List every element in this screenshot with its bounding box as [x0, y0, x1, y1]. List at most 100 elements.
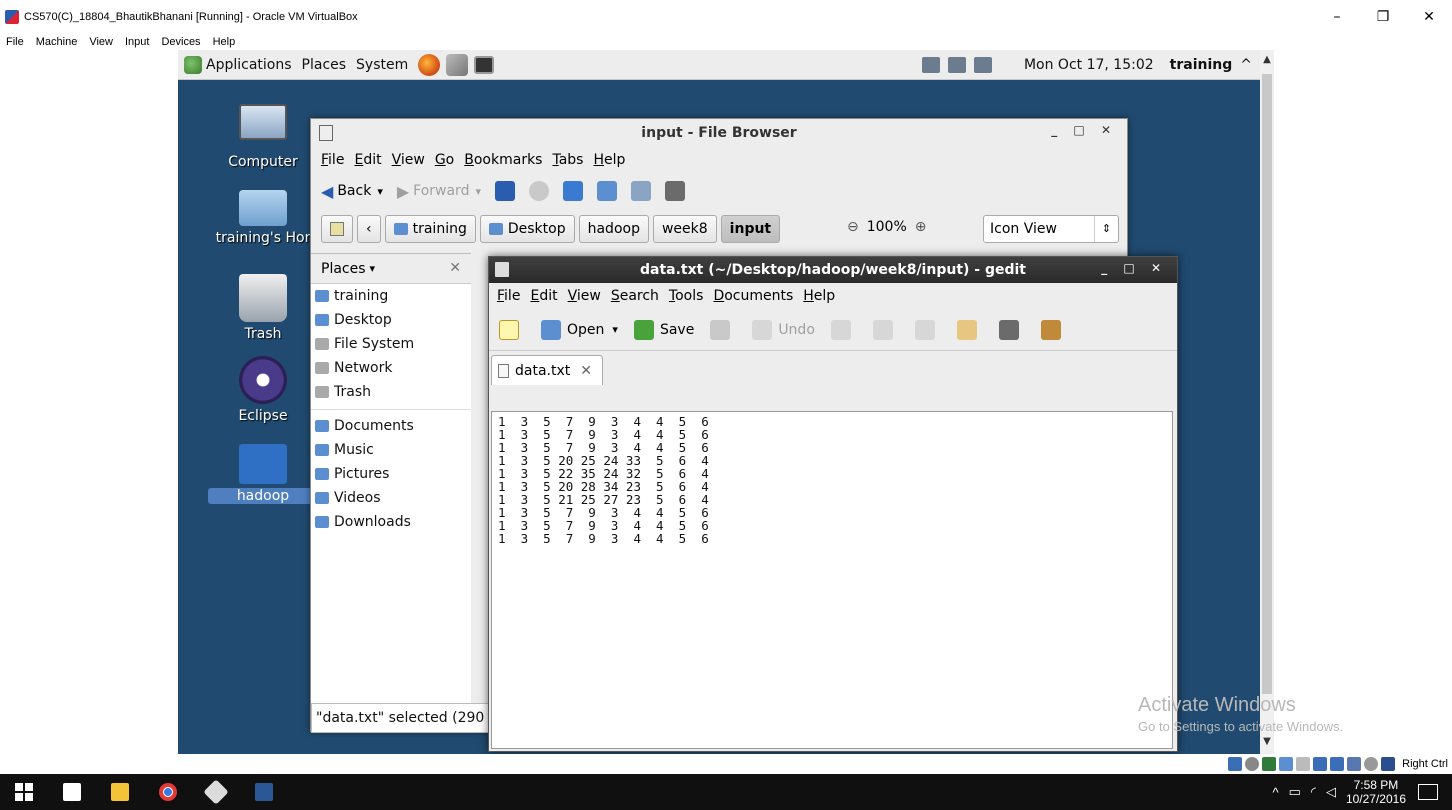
sidebar-item-filesystem[interactable]: File System — [311, 332, 471, 356]
taskbar-virtualbox[interactable] — [192, 774, 240, 810]
new-document-button[interactable] — [499, 319, 525, 340]
recording-icon[interactable] — [1347, 757, 1362, 771]
menu-help[interactable]: Help — [213, 34, 236, 50]
file-browser-title-bar[interactable]: input - File Browser _ □ ✕ — [311, 119, 1127, 147]
taskbar-chrome[interactable] — [144, 774, 192, 810]
copy-button[interactable] — [914, 319, 941, 340]
path-crumb-input[interactable]: input — [720, 215, 781, 243]
scroll-thumb[interactable] — [1262, 74, 1272, 694]
sidebar-item-training[interactable]: training — [311, 284, 471, 308]
wifi-icon[interactable]: ◜ — [1311, 784, 1316, 800]
desktop-icon-computer[interactable]: Computer — [208, 104, 318, 170]
taskbar-store[interactable] — [48, 774, 96, 810]
panel-menu-system[interactable]: System — [356, 57, 408, 73]
maximize-button[interactable]: ❐ — [1360, 0, 1406, 34]
panel-clock[interactable]: Mon Oct 17, 15:02 — [1024, 57, 1154, 73]
menu-machine[interactable]: Machine — [36, 34, 78, 50]
undo-button[interactable]: Undo — [752, 319, 815, 340]
hard-disk-icon[interactable] — [1228, 757, 1243, 771]
gedit-window-controls[interactable]: _ □ ✕ — [1101, 261, 1167, 275]
taskbar-clock[interactable]: 7:58 PM 10/27/2016 — [1346, 778, 1406, 806]
close-sidebar-icon[interactable]: ✕ — [449, 260, 461, 276]
gedit-menu-tools[interactable]: Tools — [669, 288, 704, 304]
sidebar-splitter[interactable] — [471, 253, 489, 703]
menu-input[interactable]: Input — [125, 34, 149, 50]
home-icon[interactable] — [597, 181, 617, 201]
back-button[interactable]: ◀ Back ▾ — [321, 182, 383, 201]
sidebar-header[interactable]: Places ▾ ✕ — [311, 254, 471, 284]
sidebar-item-music[interactable]: Music — [311, 438, 471, 462]
optical-drive-icon[interactable] — [1245, 757, 1260, 771]
sidebar-item-network[interactable]: Network — [311, 356, 471, 380]
desktop-icon-trash[interactable]: Trash — [208, 274, 318, 342]
sidebar-item-documents[interactable]: Documents — [311, 414, 471, 438]
path-crumb-week8[interactable]: week8 — [652, 215, 717, 243]
file-browser-window-controls[interactable]: _ □ ✕ — [1051, 123, 1117, 137]
updates-icon[interactable] — [973, 57, 992, 73]
speaker-icon[interactable]: ◁ — [1326, 784, 1336, 800]
gedit-menu-file[interactable]: File — [497, 288, 520, 304]
text-editor-area[interactable]: 1 3 5 7 9 3 4 4 5 61 3 5 7 9 3 4 4 5 61 … — [491, 411, 1173, 749]
sidebar-item-downloads[interactable]: Downloads — [311, 510, 471, 534]
paste-button[interactable] — [956, 319, 983, 340]
fb-menu-go[interactable]: Go — [435, 152, 454, 168]
battery-icon[interactable]: ▭ — [1289, 784, 1301, 800]
fb-menu-file[interactable]: File — [321, 152, 344, 168]
network-icon[interactable] — [947, 57, 966, 73]
sidebar-item-desktop[interactable]: Desktop — [311, 308, 471, 332]
mouse-integration-icon[interactable] — [1381, 757, 1396, 771]
reload-icon[interactable] — [563, 181, 583, 201]
path-previous-button[interactable]: ‹ — [357, 215, 381, 243]
gedit-title-bar[interactable]: data.txt (~/Desktop/hadoop/week8/input) … — [489, 257, 1177, 283]
path-crumb-hadoop[interactable]: hadoop — [578, 215, 649, 243]
cut-button[interactable] — [872, 319, 899, 340]
menu-view[interactable]: View — [89, 34, 113, 50]
zoom-level[interactable]: 100% — [867, 219, 907, 235]
zoom-in-icon[interactable]: ⊕ — [915, 219, 927, 235]
sidebar-item-pictures[interactable]: Pictures — [311, 462, 471, 486]
scroll-down-icon[interactable]: ▼ — [1260, 736, 1274, 747]
close-button[interactable]: ✕ — [1406, 0, 1452, 34]
fb-menu-bookmarks[interactable]: Bookmarks — [464, 152, 542, 168]
gedit-menu-help[interactable]: Help — [803, 288, 835, 304]
zoom-out-icon[interactable]: ⊖ — [847, 219, 859, 235]
usb-icon[interactable] — [1262, 757, 1277, 771]
gedit-menu-search[interactable]: Search — [611, 288, 659, 304]
forward-button[interactable]: ▶ Forward ▾ — [397, 182, 481, 201]
open-button[interactable]: Open ▾ — [541, 319, 618, 340]
up-icon[interactable] — [495, 181, 515, 201]
taskbar-word[interactable] — [240, 774, 288, 810]
fb-menu-help[interactable]: Help — [593, 152, 625, 168]
cpu-icon[interactable] — [1364, 757, 1379, 771]
firefox-icon[interactable] — [418, 53, 441, 76]
shared-folders-icon[interactable] — [1279, 757, 1294, 771]
minimize-button[interactable]: – — [1314, 0, 1360, 34]
terminal-icon[interactable] — [474, 55, 495, 74]
toggle-location-button[interactable] — [321, 215, 353, 243]
computer-icon[interactable] — [631, 181, 651, 201]
chevron-down-icon[interactable]: ▾ — [612, 323, 618, 336]
path-crumb-desktop[interactable]: Desktop — [479, 215, 575, 243]
applications-icon[interactable] — [184, 55, 202, 74]
sidebar-item-videos[interactable]: Videos — [311, 486, 471, 510]
redo-button[interactable] — [830, 319, 857, 340]
save-button[interactable]: Save — [633, 319, 694, 340]
gedit-menu-view[interactable]: View — [568, 288, 601, 304]
taskbar-file-explorer[interactable] — [96, 774, 144, 810]
volume-icon[interactable] — [921, 57, 940, 73]
desktop-icon-home[interactable]: training's Hor — [208, 190, 318, 246]
desktop-icon-hadoop[interactable]: hadoop — [208, 444, 318, 504]
close-tab-icon[interactable]: ✕ — [580, 363, 592, 379]
gedit-menu-documents[interactable]: Documents — [713, 288, 793, 304]
print-button[interactable] — [710, 319, 736, 340]
fb-menu-tabs[interactable]: Tabs — [552, 152, 583, 168]
panel-menu-applications[interactable]: Applications — [206, 57, 292, 73]
gedit-menu-edit[interactable]: Edit — [530, 288, 557, 304]
start-button[interactable] — [0, 774, 48, 810]
stop-icon[interactable] — [529, 181, 549, 201]
menu-devices[interactable]: Devices — [161, 34, 200, 50]
replace-button[interactable] — [1040, 319, 1067, 340]
path-crumb-training[interactable]: training — [384, 215, 476, 243]
guest-scrollbar[interactable]: ▲ ▼ — [1260, 50, 1274, 754]
network-adapter-icon[interactable] — [1313, 757, 1328, 771]
